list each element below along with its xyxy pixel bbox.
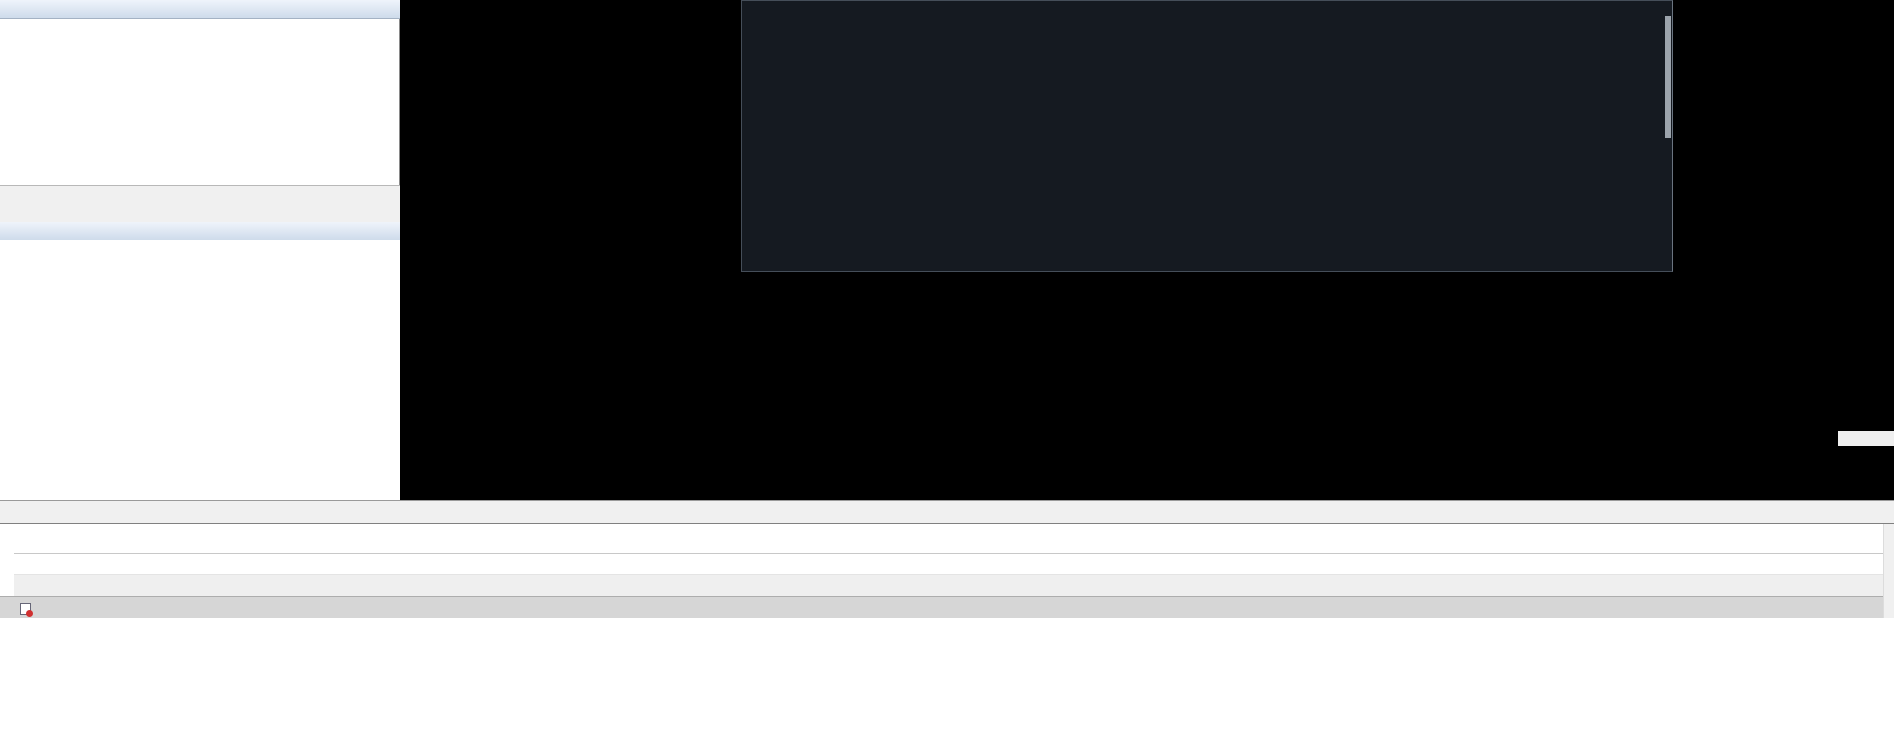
market-watch-titlebar	[0, 0, 400, 19]
current-price-badge	[1838, 431, 1894, 446]
bottom-tab-strip	[0, 500, 1894, 523]
mtdriver-panel	[741, 0, 1673, 272]
navigator-tree	[0, 240, 400, 500]
balance-icon	[20, 603, 33, 617]
terminal-scrollbar[interactable]	[1883, 524, 1894, 619]
mt4-window	[0, 0, 1894, 756]
market-watch-table	[0, 19, 400, 185]
panel-scrollbar[interactable]	[1665, 16, 1671, 138]
account-summary-bar	[0, 596, 1894, 619]
navigator-titlebar	[0, 222, 400, 241]
market-watch-tabs	[0, 185, 400, 222]
balance-line-chart	[742, 1, 1672, 271]
terminal-panel	[0, 523, 1894, 619]
left-column	[0, 0, 400, 500]
empty-area	[0, 618, 1894, 756]
table-row-stripe	[14, 575, 1894, 596]
